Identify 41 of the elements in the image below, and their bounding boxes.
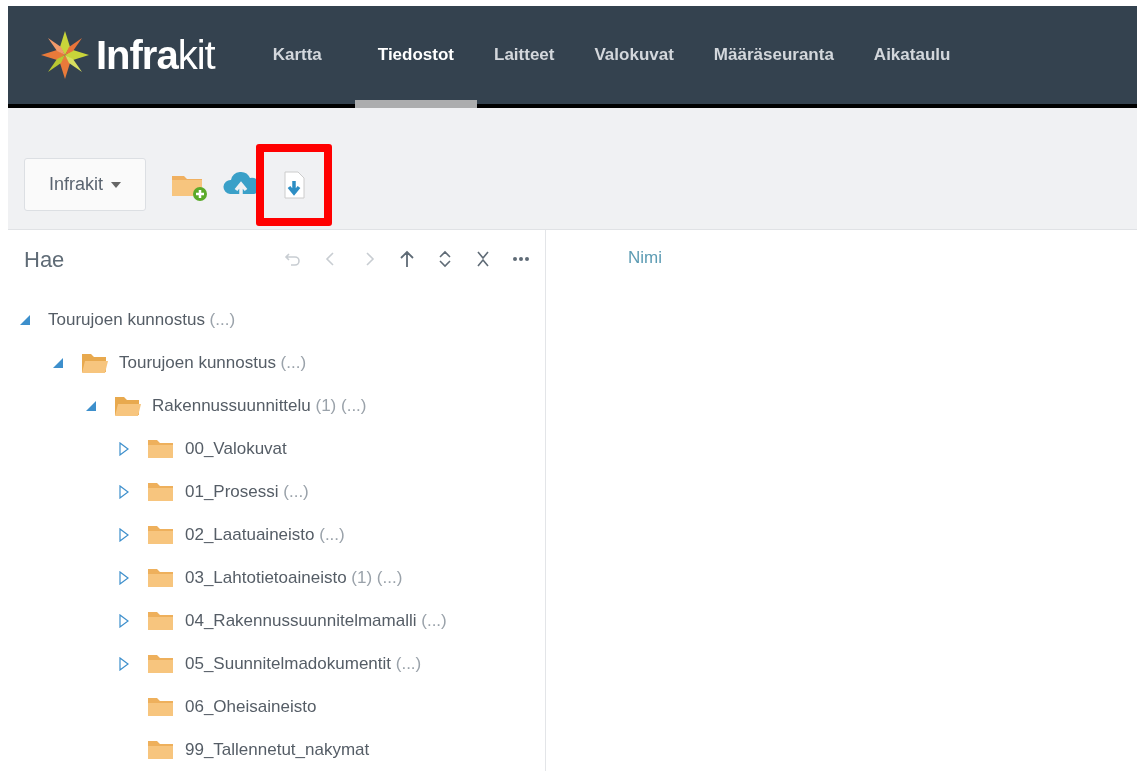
tree-item[interactable]: 03_Lahtotietoaineisto (1) (...) xyxy=(185,564,403,591)
expand-triangle-icon[interactable] xyxy=(119,527,129,542)
tree-item[interactable]: 01_Prosessi (...) xyxy=(185,478,309,505)
nav-tab[interactable]: Määräseuranta xyxy=(693,6,854,104)
folder-icon xyxy=(147,652,175,675)
nav-tab[interactable]: Laitteet xyxy=(474,6,575,104)
collapse-triangle-icon[interactable] xyxy=(53,357,63,368)
nav-tab[interactable]: Valokuvat xyxy=(574,6,694,104)
search-label: Hae xyxy=(24,245,66,274)
expand-triangle-icon[interactable] xyxy=(119,613,129,628)
tree-item[interactable]: 02_Laatuaineisto (...) xyxy=(185,521,345,548)
tree-item[interactable]: 99_Tallennetut_nakymat xyxy=(185,736,370,763)
folder-icon xyxy=(147,566,175,589)
tree-item[interactable]: 00_Valokuvat xyxy=(185,435,287,462)
logo-text: Infrakit xyxy=(96,35,215,75)
nav-tab[interactable]: Kartta xyxy=(252,6,342,104)
folder-icon xyxy=(147,695,175,718)
project-dropdown[interactable]: Infrakit xyxy=(24,158,147,211)
tree-item[interactable]: 04_Rakennussuunnitelmamalli (...) xyxy=(185,607,447,634)
tree-item[interactable]: Tourujoen kunnostus (...) xyxy=(48,306,236,333)
nav-tab[interactable]: Aikataulu xyxy=(853,6,971,104)
folder-icon xyxy=(114,394,142,417)
folder-icon xyxy=(147,738,175,761)
tree-item[interactable]: 05_Suunnitelmadokumentit (...) xyxy=(185,650,422,677)
tree-item[interactable]: Tourujoen kunnostus (...) xyxy=(119,349,307,376)
folder-icon xyxy=(81,351,109,374)
star-logo-icon xyxy=(40,30,90,80)
expand-triangle-icon[interactable] xyxy=(119,441,129,456)
collapse-triangle-icon[interactable] xyxy=(20,314,30,325)
tree-item[interactable]: 06_Oheisaineisto xyxy=(185,693,317,720)
tree-item[interactable]: Rakennussuunnittelu (1) (...) xyxy=(152,392,367,419)
expand-triangle-icon[interactable] xyxy=(119,656,129,671)
folder-icon xyxy=(147,609,175,632)
folder-icon xyxy=(147,523,175,546)
caret-icon xyxy=(111,181,122,188)
folder-icon xyxy=(147,480,175,503)
expand-triangle-icon[interactable] xyxy=(119,570,129,585)
collapse-triangle-icon[interactable] xyxy=(86,400,96,411)
download-button[interactable] xyxy=(256,143,333,226)
expand-triangle-icon[interactable] xyxy=(119,484,129,499)
folder-icon xyxy=(147,437,175,460)
